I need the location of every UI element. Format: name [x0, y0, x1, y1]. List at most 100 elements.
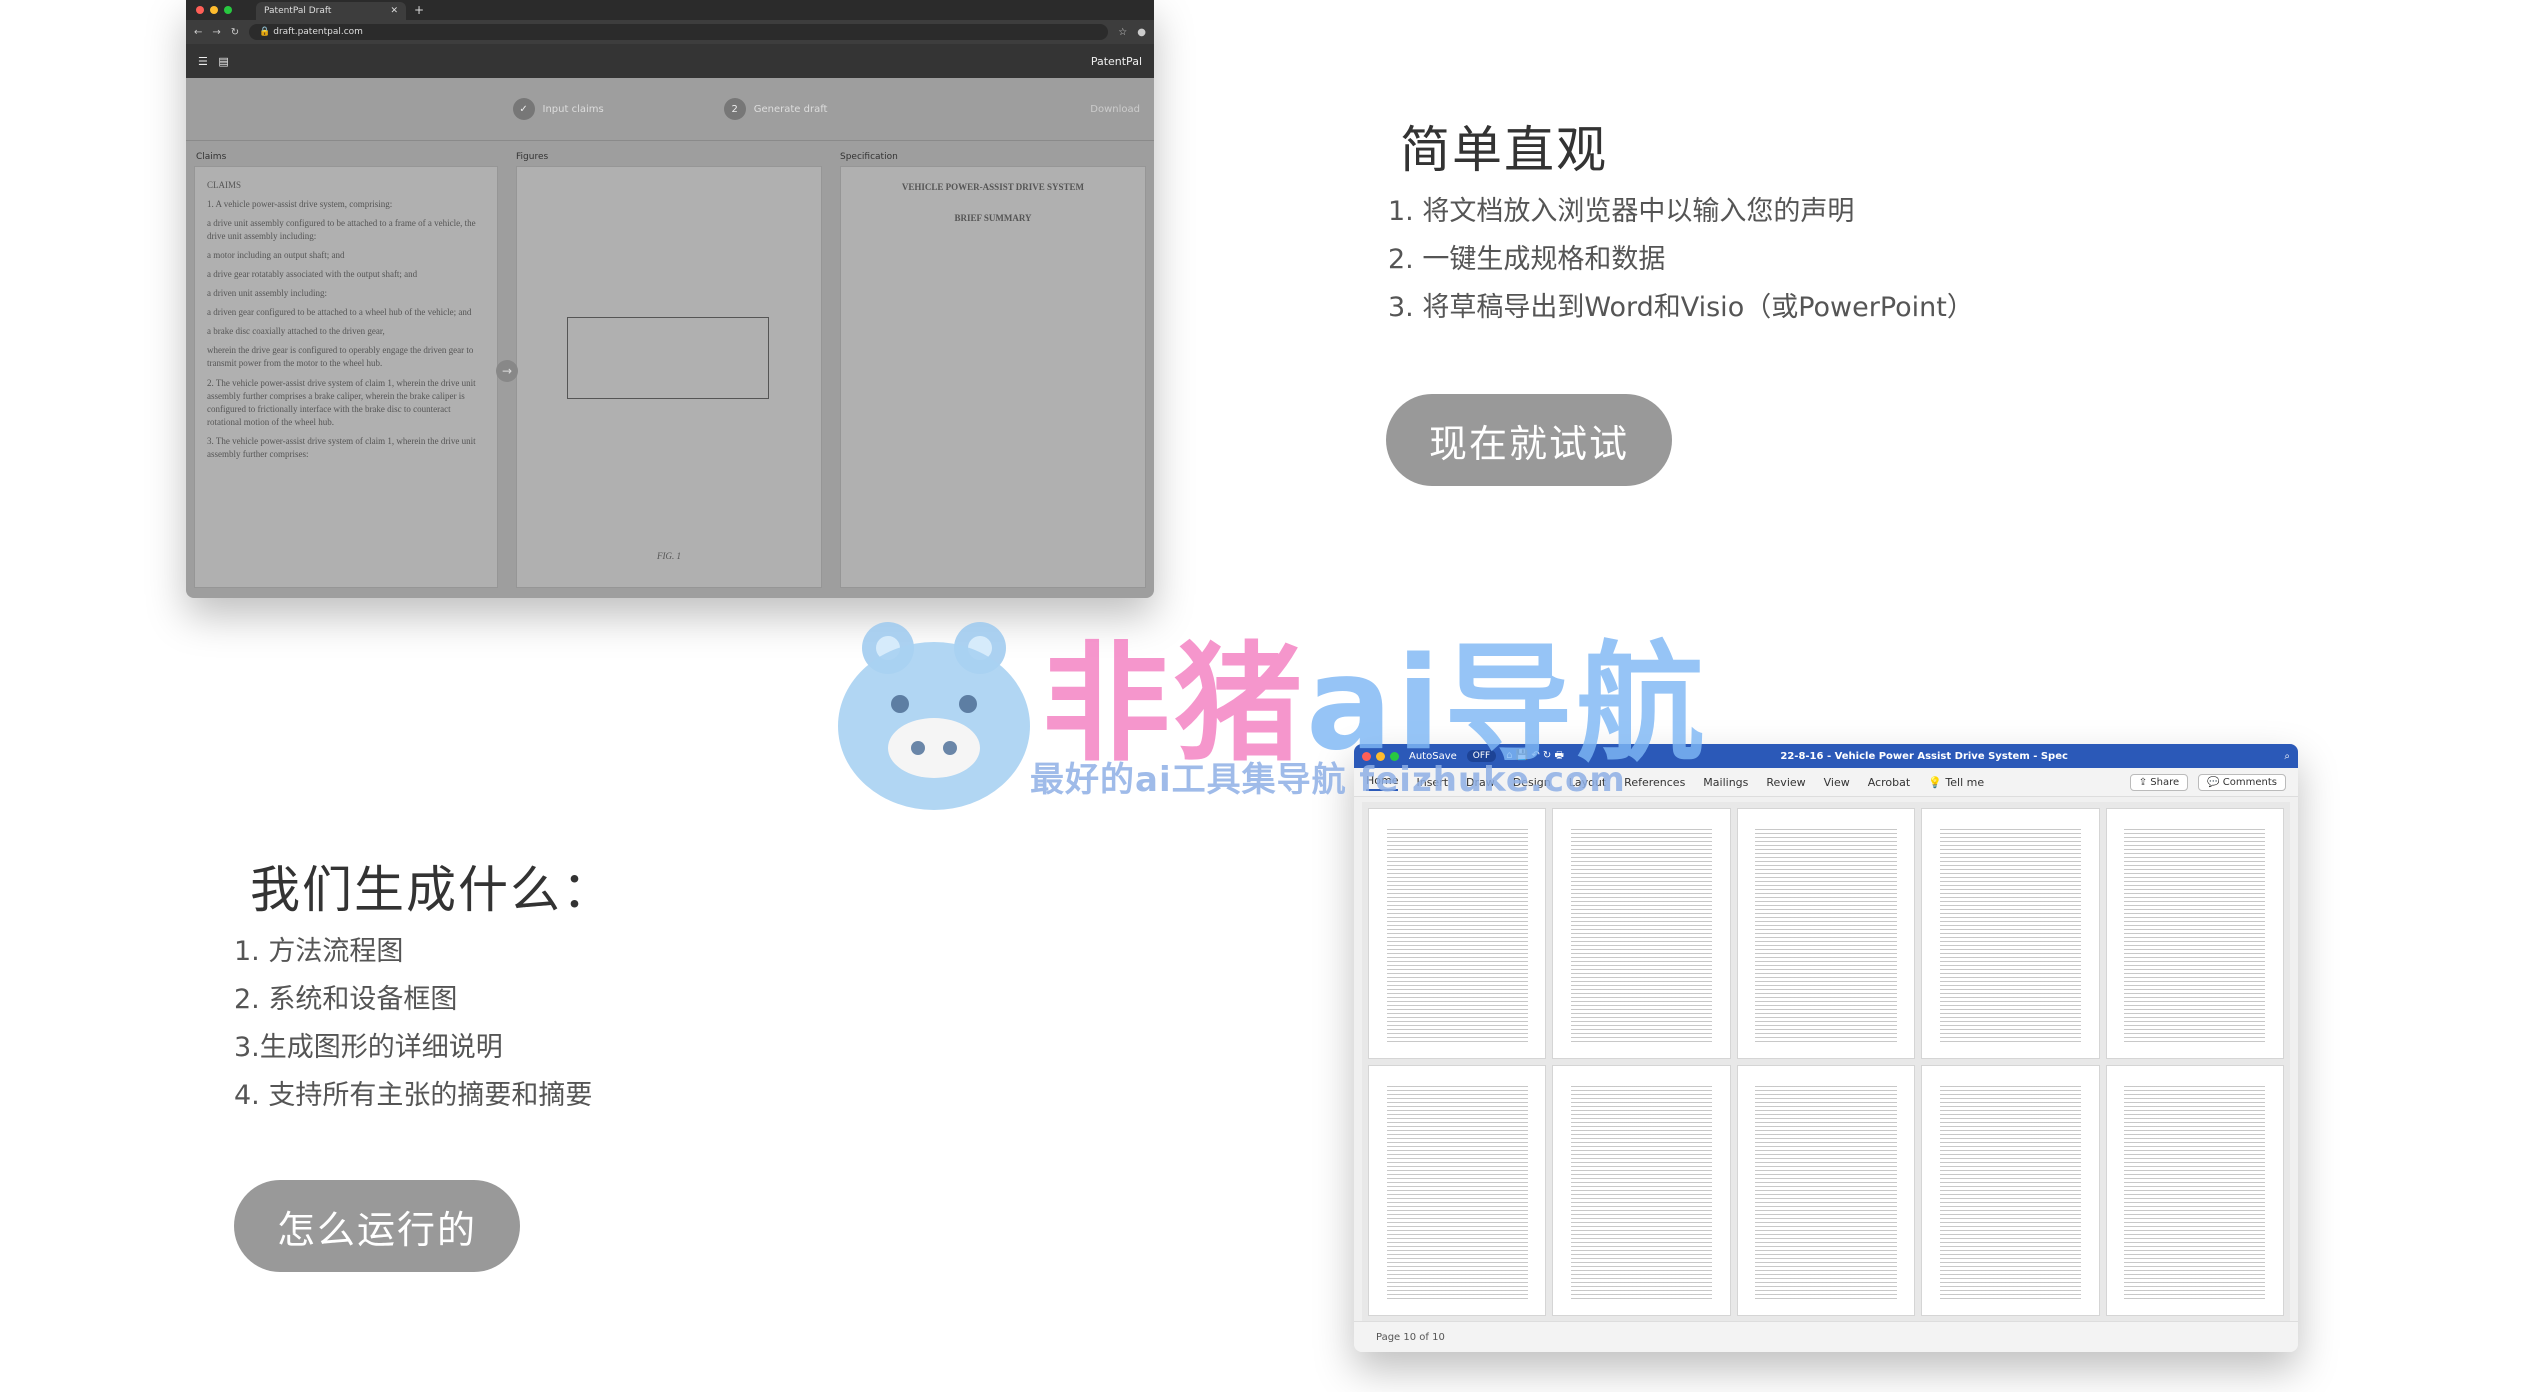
figures-panel-label: Figures — [516, 152, 549, 162]
ribbon-tab-layout: Layout — [1568, 775, 1607, 789]
word-title-bar: AutoSave OFF ⌂ 💾 ↶ ↻ 🖶 22-8-16 - Vehicle… — [1354, 744, 2298, 768]
app-name: PatentPal — [1090, 54, 1142, 68]
claim-line: a drive unit assembly configured to be a… — [207, 218, 476, 242]
word-status-bar: Page 10 of 10 — [1354, 1321, 2298, 1352]
claims-panel: CLAIMS 1. A vehicle power-assist drive s… — [194, 166, 498, 588]
share-label: Share — [2150, 776, 2180, 788]
draft-panels: Claims Figures Specification CLAIMS 1. A… — [186, 140, 1154, 598]
share-button: ⇪ Share — [2129, 773, 2189, 791]
tell-me-label: Tell me — [1945, 775, 1985, 789]
claims-text: 1. A vehicle power-assist drive system, … — [207, 198, 485, 461]
url-text: draft.patentpal.com — [273, 27, 363, 37]
document-page-thumbnail — [1921, 808, 2100, 1059]
figure-block-diagram — [567, 317, 769, 399]
word-document-screenshot: AutoSave OFF ⌂ 💾 ↶ ↻ 🖶 22-8-16 - Vehicle… — [1354, 744, 2298, 1352]
autosave-toggle: OFF — [1466, 750, 1497, 762]
download-link: Download — [1090, 103, 1140, 115]
document-page-thumbnail — [1736, 808, 1916, 1059]
spec-title: VEHICLE POWER-ASSIST DRIVE SYSTEM — [901, 182, 1085, 192]
document-title: 22-8-16 - Vehicle Power Assist Drive Sys… — [1780, 750, 2068, 762]
new-tab-icon: + — [414, 3, 425, 17]
maximize-dot-icon — [1390, 751, 1399, 761]
ribbon-tab-acrobat: Acrobat — [1867, 775, 1911, 789]
ribbon-tab-references: References — [1624, 775, 1686, 789]
document-page-thumbnail — [1921, 1065, 2100, 1316]
ribbon-tab-view: View — [1823, 775, 1850, 789]
step-input-claims: ✓ Input claims — [512, 98, 604, 120]
claim-line: a driven gear configured to be attached … — [207, 307, 472, 318]
step-label: Generate draft — [753, 103, 828, 115]
document-pages-grid — [1362, 802, 2290, 1322]
lock-icon: 🔒 — [259, 27, 274, 37]
feature-list-generate: 1. 方法流程图 2. 系统和设备框图 3.生成图形的详细说明 4. 支持所有主… — [234, 928, 592, 1120]
spec-panel: VEHICLE POWER-ASSIST DRIVE SYSTEM BRIEF … — [840, 166, 1146, 588]
section-heading-simple: 简单直观 — [1400, 121, 1608, 179]
claims-heading: CLAIMS — [207, 180, 242, 190]
claim-line: a driven unit assembly including: — [207, 288, 327, 299]
minimize-dot-icon — [210, 6, 218, 14]
document-page-thumbnail — [1368, 1065, 1547, 1316]
claim-line: a motor including an output shaft; and — [207, 250, 345, 261]
list-item: 2. 一键生成规格和数据 — [1388, 244, 1666, 275]
step-label: Input claims — [542, 103, 604, 115]
document-page-thumbnail — [2105, 808, 2284, 1059]
ribbon-tab-insert: Insert — [1416, 775, 1449, 789]
profile-icon: ● — [1137, 26, 1146, 38]
list-item: 2. 系统和设备框图 — [234, 984, 458, 1015]
reload-icon: ↻ — [230, 26, 240, 38]
back-icon: ← — [194, 26, 203, 38]
document-page-thumbnail — [2105, 1065, 2284, 1316]
word-ribbon: Home Insert Draw Design Layout Reference… — [1354, 768, 2298, 797]
list-item: 3.生成图形的详细说明 — [234, 1032, 503, 1063]
ribbon-tab-review: Review — [1766, 775, 1806, 789]
document-page-thumbnail — [1552, 808, 1731, 1059]
close-dot-icon — [196, 6, 204, 14]
window-controls — [1362, 751, 1399, 761]
ribbon-tab-mailings: Mailings — [1703, 775, 1749, 789]
ribbon-actions: ⇪ Share 💬 Comments — [2129, 773, 2286, 791]
watermark-title-part1: 非猪 — [1042, 630, 1307, 779]
autosave-label: AutoSave — [1409, 750, 1457, 762]
tab-close-icon: ✕ — [390, 6, 398, 16]
menu-icon: ☰ ▤ — [198, 54, 229, 68]
pig-mascot-logo — [838, 622, 1030, 810]
claim-line: a drive gear rotatably associated with t… — [207, 269, 418, 280]
feature-list-simple: 1. 将文档放入浏览器中以输入您的声明 2. 一键生成规格和数据 3. 将草稿导… — [1388, 188, 1974, 332]
toolbar-icons: ⌂ 💾 ↶ ↻ 🖶 — [1506, 749, 1564, 761]
figures-panel: FIG. 1 — [516, 166, 822, 588]
minimize-dot-icon — [1376, 751, 1385, 761]
claims-panel-label: Claims — [196, 152, 227, 162]
browser-tab-bar: PatentPal Draft ✕ + — [186, 0, 1154, 20]
patentpal-browser-screenshot: PatentPal Draft ✕ + ← → ↻ 🔒 draft.patent… — [186, 0, 1154, 598]
figure-label: FIG. 1 — [657, 550, 681, 561]
comments-label: Comments — [2222, 776, 2277, 788]
claim-line: 2. The vehicle power-assist drive system… — [207, 377, 476, 427]
spec-subtitle: BRIEF SUMMARY — [954, 213, 1032, 224]
document-page-thumbnail — [1368, 808, 1547, 1059]
list-item: 1. 将文档放入浏览器中以输入您的声明 — [1388, 196, 1855, 227]
how-it-works-button[interactable]: 怎么运行的 — [234, 1180, 520, 1272]
section-heading-what-we-generate: 我们生成什么： — [250, 861, 614, 919]
ribbon-tab-design: Design — [1512, 775, 1551, 789]
claim-line: a brake disc coaxially attached to the d… — [207, 326, 385, 337]
spec-panel-label: Specification — [840, 152, 898, 162]
ribbon-tab-home: Home — [1366, 774, 1399, 791]
url-field: 🔒 draft.patentpal.com — [249, 24, 1109, 40]
document-page-thumbnail — [1736, 1065, 1916, 1316]
address-bar: ← → ↻ 🔒 draft.patentpal.com ☆ ● — [186, 20, 1154, 44]
ribbon-tell-me: 💡 Tell me — [1928, 775, 1985, 789]
list-item: 1. 方法流程图 — [234, 936, 404, 967]
claim-line: wherein the drive gear is configured to … — [207, 345, 474, 369]
search-icon: ⌕ — [2284, 750, 2290, 762]
page-indicator: Page 10 of 10 — [1376, 1331, 1445, 1343]
forward-icon: → — [212, 26, 221, 38]
list-item: 3. 将草稿导出到Word和Visio（或PowerPoint） — [1388, 292, 1974, 323]
document-page-thumbnail — [1552, 1065, 1731, 1316]
try-now-button[interactable]: 现在就试试 — [1386, 394, 1672, 486]
app-header: ☰ ▤ PatentPal — [186, 44, 1154, 78]
claim-line: 3. The vehicle power-assist drive system… — [207, 435, 476, 459]
ribbon-tab-draw: Draw — [1466, 775, 1495, 789]
maximize-dot-icon — [224, 6, 232, 14]
check-icon: ✓ — [512, 98, 535, 120]
close-dot-icon — [1362, 751, 1371, 761]
